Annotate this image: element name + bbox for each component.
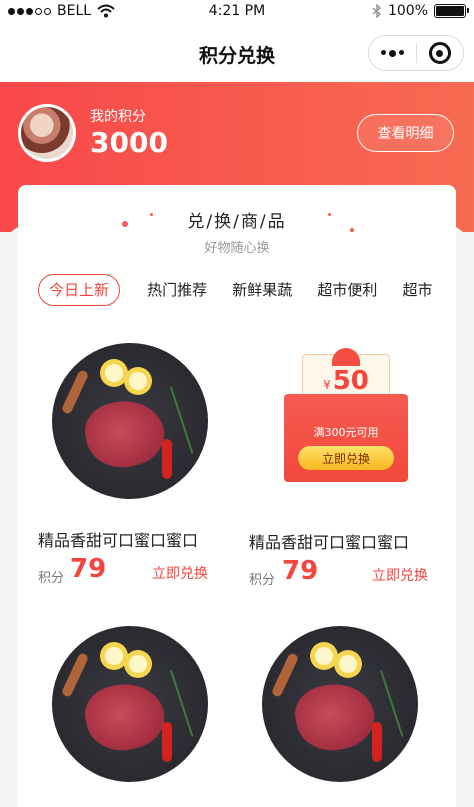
tab-hot[interactable]: 热门推荐	[147, 275, 207, 307]
tab-more[interactable]: 超市	[402, 275, 432, 307]
category-tabs: 今日上新 热门推荐 新鲜果蔬 超市便利 超市	[38, 274, 456, 308]
product-name[interactable]: 精品香甜可口蜜口蜜口	[249, 529, 409, 553]
battery-percent: 100%	[387, 3, 428, 19]
product-image[interactable]	[262, 626, 418, 782]
points-label: 积分	[38, 571, 65, 586]
status-bar: BELL 4:21 PM 100%	[0, 0, 474, 24]
redeem-button[interactable]: 立即兑换	[152, 563, 208, 583]
product-points: 79	[282, 556, 319, 586]
coupon-condition: 满300元可用	[313, 426, 379, 439]
section-subtitle: 好物随心换	[204, 241, 270, 256]
avatar	[18, 104, 76, 162]
more-icon[interactable]	[369, 49, 416, 57]
battery-icon	[434, 4, 469, 18]
tab-today-new[interactable]: 今日上新	[38, 274, 121, 306]
mini-program-capsule	[368, 35, 464, 71]
tab-supermarket[interactable]: 超市便利	[317, 275, 377, 307]
product-name[interactable]: 精品香甜可口蜜口蜜口	[38, 527, 198, 551]
coupon-redeem-button[interactable]: 立即兑换	[298, 446, 394, 470]
redeem-button[interactable]: 立即兑换	[372, 565, 428, 585]
points-value: 3000	[90, 126, 168, 159]
coupon-card[interactable]: ¥50 满300元可用 立即兑换	[284, 348, 408, 482]
section-title: 兑/换/商/品	[187, 212, 287, 232]
product-image[interactable]	[52, 626, 208, 782]
bluetooth-icon	[372, 4, 382, 18]
product-points: 79	[70, 554, 107, 584]
product-image[interactable]	[52, 343, 208, 499]
points-label: 积分	[249, 573, 276, 588]
nav-bar: 积分兑换	[0, 24, 474, 82]
view-details-button[interactable]: 查看明细	[357, 114, 454, 152]
tab-fresh[interactable]: 新鲜果蔬	[232, 275, 292, 307]
coupon-amount: ¥50	[323, 366, 369, 396]
points-label: 我的积分	[90, 109, 146, 125]
close-icon[interactable]	[416, 42, 463, 64]
